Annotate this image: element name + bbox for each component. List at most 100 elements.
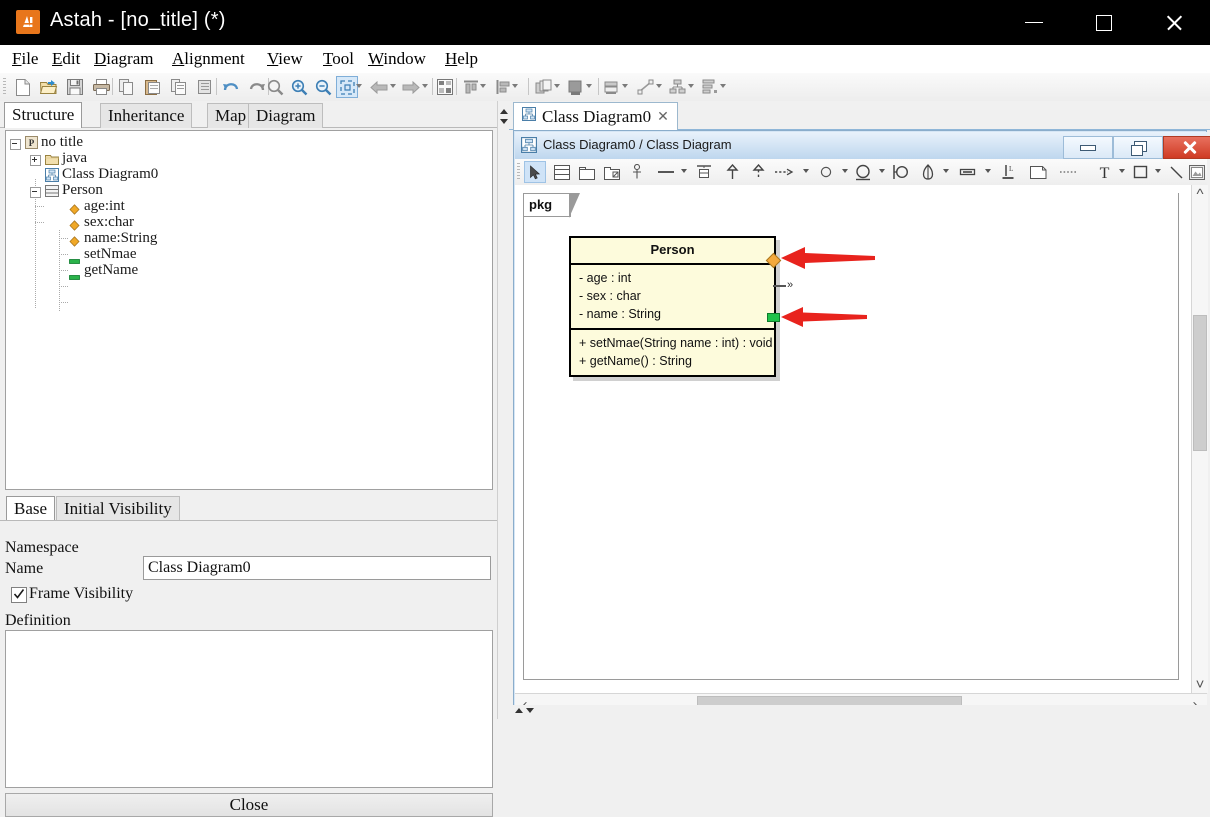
mdi-restore-button[interactable]	[1113, 136, 1163, 159]
bottom-splitter[interactable]	[509, 705, 1210, 719]
tree-expander-java[interactable]	[30, 155, 41, 166]
scroll-down-icon[interactable]: ˅	[1192, 675, 1208, 693]
attribute-row[interactable]: - age : int	[571, 269, 774, 287]
mdi-close-button[interactable]	[1163, 136, 1210, 159]
paste-special-icon[interactable]	[194, 76, 216, 98]
tree-expander-no-title[interactable]	[10, 139, 21, 150]
subsystem-tool-icon[interactable]	[601, 161, 623, 183]
attribute-row[interactable]: - sex : char	[571, 287, 774, 305]
tree-expander-person[interactable]	[30, 187, 41, 198]
tab-base[interactable]: Base	[6, 496, 56, 521]
rectangle-dropdown-arrow-icon[interactable]	[1155, 169, 1161, 173]
menu-file[interactable]: File	[7, 48, 43, 70]
menu-help[interactable]: Help	[440, 48, 483, 70]
diagram-tab-class-diagram0[interactable]: Class Diagram0 ✕	[513, 102, 678, 130]
zoom-reset-icon[interactable]	[264, 76, 286, 98]
menu-edit[interactable]: Edit	[47, 48, 85, 70]
menu-tool[interactable]: Tool	[318, 48, 359, 70]
menu-view[interactable]: View	[262, 48, 308, 70]
select-tool-icon[interactable]	[524, 161, 546, 183]
menu-alignment[interactable]: Alignment	[167, 48, 250, 70]
line-tool-icon[interactable]	[1165, 161, 1187, 183]
required-interface-tool-icon[interactable]	[889, 161, 911, 183]
line-style-dropdown-arrow-icon[interactable]	[656, 84, 662, 88]
align-left-dropdown-arrow-icon[interactable]	[512, 84, 518, 88]
structure-tree[interactable]: P no title java Class Diagram0 Person ag…	[5, 130, 493, 490]
usage-tool-icon[interactable]	[815, 161, 837, 183]
image-tool-icon[interactable]	[1186, 161, 1208, 183]
zoom-in-icon[interactable]	[288, 76, 310, 98]
class-person[interactable]: Person - age : int - sex : char - name :…	[569, 236, 776, 377]
splitter-collapse-down-icon[interactable]	[500, 119, 508, 124]
bottom-splitter-down-icon[interactable]	[526, 708, 534, 713]
close-tab-icon[interactable]: ✕	[657, 108, 669, 125]
dependency-dropdown-arrow-icon[interactable]	[803, 169, 809, 173]
tree-node-setnmae[interactable]: setNmae	[84, 246, 136, 263]
attribute-row[interactable]: - name : String	[571, 305, 774, 323]
fit-dropdown-arrow-icon[interactable]	[356, 84, 362, 88]
vertical-scroll-thumb[interactable]	[1193, 315, 1207, 451]
tree-node-age[interactable]: age:int	[84, 198, 125, 215]
list-layout-dropdown-arrow-icon[interactable]	[720, 84, 726, 88]
stack-icon[interactable]	[532, 76, 554, 98]
note-tool-icon[interactable]	[1027, 161, 1049, 183]
window-maximize-button[interactable]	[1074, 0, 1134, 45]
frame-visibility-checkbox[interactable]	[11, 587, 27, 603]
port-tool-icon[interactable]	[626, 161, 648, 183]
back-icon[interactable]	[368, 76, 390, 98]
window-minimize-button[interactable]	[1004, 0, 1064, 45]
tree-layout-icon[interactable]	[666, 76, 688, 98]
package-tool-icon[interactable]	[576, 161, 598, 183]
definition-textarea[interactable]	[5, 630, 493, 788]
forward-icon[interactable]	[400, 76, 422, 98]
layout-icon[interactable]	[434, 76, 456, 98]
close-button[interactable]: Close	[5, 793, 493, 817]
tab-diagram[interactable]: Diagram	[248, 103, 324, 128]
association-class-tool-icon[interactable]	[693, 161, 715, 183]
send-back-icon[interactable]	[600, 76, 622, 98]
bottom-splitter-up-icon[interactable]	[515, 708, 523, 713]
name-input[interactable]: Class Diagram0	[143, 556, 491, 580]
interface-tool-icon[interactable]	[852, 161, 874, 183]
tree-node-getname[interactable]: getName	[84, 262, 138, 279]
copy-as-image-icon[interactable]	[168, 76, 190, 98]
menu-window[interactable]: Window	[363, 48, 431, 70]
stack-dropdown-arrow-icon[interactable]	[554, 84, 560, 88]
operation-row[interactable]: + setNmae(String name : int) : void	[571, 334, 774, 352]
tab-initial-visibility[interactable]: Initial Visibility	[56, 496, 180, 521]
forward-dropdown-arrow-icon[interactable]	[422, 84, 428, 88]
slot-tool-icon[interactable]	[957, 161, 979, 183]
usage-dropdown-arrow-icon[interactable]	[842, 169, 848, 173]
mdi-minimize-button[interactable]	[1063, 136, 1113, 159]
instance-tool-icon[interactable]	[917, 161, 939, 183]
class-tool-icon[interactable]	[551, 161, 573, 183]
save-icon[interactable]	[64, 76, 86, 98]
tree-node-name[interactable]: name:String	[84, 230, 157, 247]
fit-to-window-icon[interactable]	[336, 76, 358, 98]
realization-tool-icon[interactable]	[747, 161, 769, 183]
undo-icon[interactable]	[220, 76, 242, 98]
rectangle-tool-icon[interactable]	[1129, 161, 1151, 183]
mdi-title-bar[interactable]: Class Diagram0 / Class Diagram	[515, 132, 1210, 160]
diagram-vertical-scrollbar[interactable]: ^ ˅	[1191, 185, 1208, 693]
association-tool-icon[interactable]	[655, 161, 677, 183]
note-anchor-tool-icon[interactable]	[1057, 161, 1079, 183]
new-project-icon[interactable]	[12, 76, 34, 98]
slot-dropdown-arrow-icon[interactable]	[985, 169, 991, 173]
tab-inheritance[interactable]: Inheritance	[100, 103, 193, 128]
instance-dropdown-arrow-icon[interactable]	[943, 169, 949, 173]
tree-node-java[interactable]: java	[62, 150, 87, 167]
interface-dropdown-arrow-icon[interactable]	[879, 169, 885, 173]
open-project-icon[interactable]	[38, 76, 60, 98]
tree-node-person[interactable]: Person	[62, 182, 103, 199]
scroll-up-icon[interactable]: ^	[1192, 185, 1208, 203]
paste-icon[interactable]	[142, 76, 164, 98]
line-style-icon[interactable]	[634, 76, 656, 98]
tree-node-class-diagram0[interactable]: Class Diagram0	[62, 166, 158, 183]
send-back-dropdown-arrow-icon[interactable]	[622, 84, 628, 88]
list-layout-icon[interactable]	[698, 76, 720, 98]
print-icon[interactable]	[90, 76, 112, 98]
align-top-dropdown-arrow-icon[interactable]	[480, 84, 486, 88]
back-dropdown-arrow-icon[interactable]	[390, 84, 396, 88]
splitter-collapse-up-icon[interactable]	[500, 109, 508, 114]
